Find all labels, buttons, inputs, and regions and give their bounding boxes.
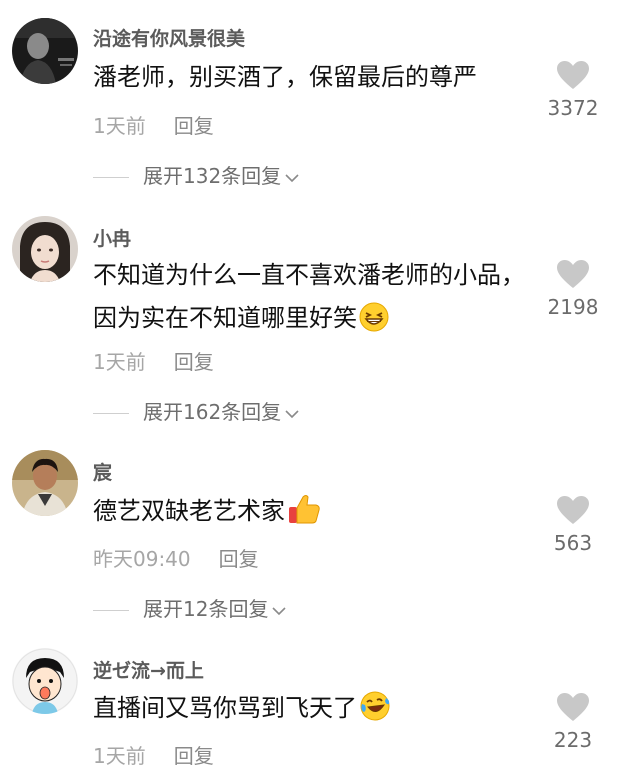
comment-item: 逆ゼ流→而上 直播间又骂你骂到飞天了 1天前 回复 223 <box>0 0 630 777</box>
comment-time: 1天前 <box>93 744 146 768</box>
heart-icon <box>557 693 589 721</box>
avatar-icon <box>12 648 78 714</box>
like-count: 223 <box>553 728 593 752</box>
like-button[interactable]: 223 <box>538 692 608 752</box>
laughing-tears-emoji <box>359 690 391 736</box>
comment-meta: 1天前 回复 <box>93 740 214 769</box>
username[interactable]: 逆ゼ流→而上 <box>93 656 204 683</box>
comment-text: 直播间又骂你骂到飞天了 <box>93 687 538 736</box>
comment-text-body: 直播间又骂你骂到飞天了 <box>93 694 357 722</box>
avatar[interactable] <box>12 648 78 714</box>
reply-button[interactable]: 回复 <box>174 744 214 768</box>
